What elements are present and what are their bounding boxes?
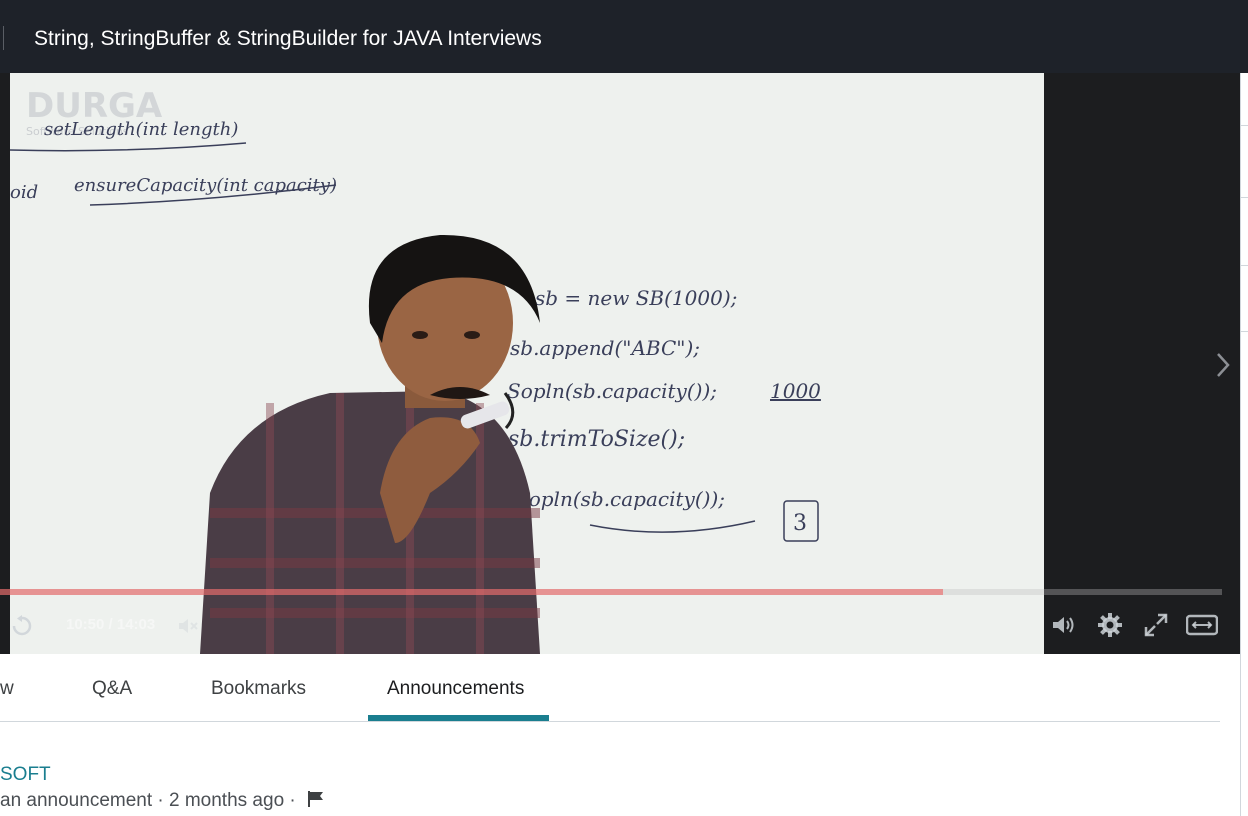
header-divider <box>3 26 4 50</box>
code-line-5-result: 3 <box>793 511 807 536</box>
announcement-meta: an announcement · 2 months ago · <box>0 790 325 812</box>
expand-icon[interactable] <box>1140 609 1172 641</box>
theater-mode-icon[interactable] <box>1186 609 1218 641</box>
board-line-2-prefix: oid <box>10 182 38 203</box>
tab-announcements[interactable]: Announcements <box>387 678 524 700</box>
tab-overview[interactable]: w <box>0 678 14 700</box>
code-line-1: sb = new SB(1000); <box>535 286 737 310</box>
active-tab-indicator <box>368 715 549 721</box>
rewind-icon[interactable] <box>6 610 38 642</box>
code-line-3: Sopln(sb.capacity()); <box>507 379 717 403</box>
video-progress-bar[interactable] <box>0 589 1222 595</box>
board-line-1: setLength(int length) <box>44 119 238 140</box>
sidebar-edge <box>1240 73 1248 816</box>
code-line-2: sb.append("ABC"); <box>510 336 700 360</box>
chevron-right-icon[interactable] <box>1206 335 1240 395</box>
lecture-header: String, StringBuffer & StringBuilder for… <box>0 0 1248 73</box>
code-line-4: sb.trimToSize(); <box>508 427 685 452</box>
code-line-3-result: 1000 <box>770 379 821 403</box>
tab-qa[interactable]: Q&A <box>92 678 132 700</box>
announcement-meta-text: an announcement · 2 months ago · <box>0 790 296 811</box>
code-line-5: Sopln(sb.capacity()); <box>515 487 725 511</box>
video-frame[interactable]: DURGA Software Solutions setLength(int l… <box>10 73 1044 654</box>
video-progress-fill <box>0 589 944 595</box>
lecture-tabs: w Q&A Bookmarks Announcements <box>0 654 1220 722</box>
lecture-title: String, StringBuffer & StringBuilder for… <box>34 27 542 50</box>
tab-bookmarks[interactable]: Bookmarks <box>211 678 306 700</box>
video-time: 10:50 / 14:03 <box>66 616 156 633</box>
volume-icon[interactable] <box>1048 609 1080 641</box>
whiteboard-scene: DURGA Software Solutions setLength(int l… <box>10 73 1044 654</box>
volume-muted-icon[interactable] <box>172 610 204 642</box>
gear-icon[interactable] <box>1094 609 1126 641</box>
video-player[interactable]: DURGA Software Solutions setLength(int l… <box>0 73 1240 654</box>
board-line-2: ensureCapacity(int capacity) <box>74 175 337 196</box>
announcement-author-link[interactable]: SOFT <box>0 764 51 786</box>
flag-icon[interactable] <box>307 791 325 807</box>
